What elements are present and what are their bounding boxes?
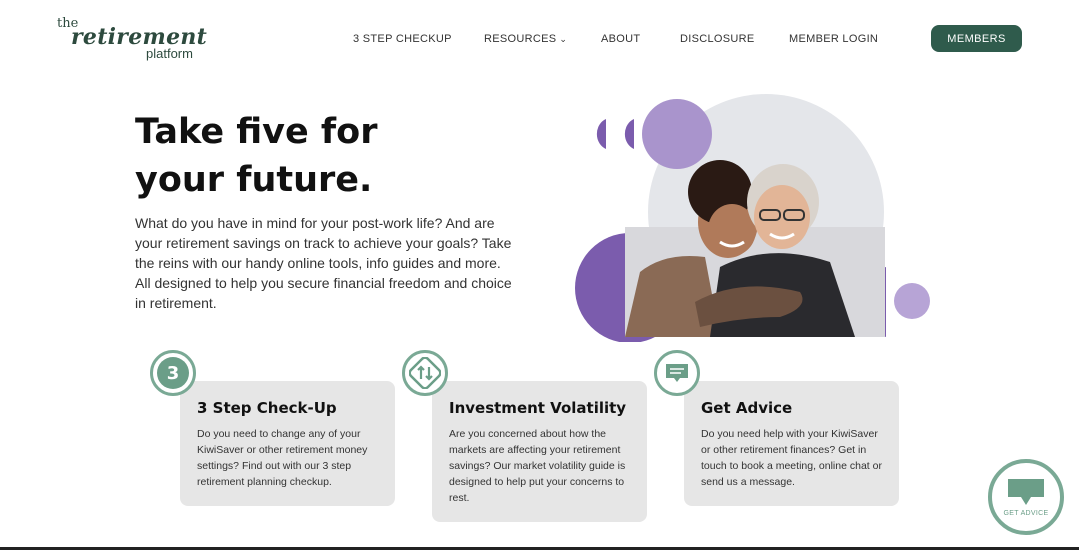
card-body: Do you need to change any of your KiwiSa… [197, 428, 368, 488]
nav-resources[interactable]: RESOURCES ⌄ [484, 33, 567, 45]
arrows-glyph [409, 357, 441, 389]
up-down-arrows-icon [402, 350, 448, 396]
hero-image [575, 94, 930, 342]
get-advice-floating-button[interactable]: GET ADVICE [988, 459, 1064, 535]
nav-disclosure[interactable]: DISCLOSURE [680, 33, 755, 45]
nav-member-login[interactable]: MEMBER LOGIN [789, 33, 878, 45]
hero-title: Take five for your future. [135, 108, 435, 204]
chevron-down-icon: ⌄ [559, 34, 568, 44]
chat-bubble-icon [654, 350, 700, 396]
chat-glyph [666, 364, 688, 382]
nav-about[interactable]: ABOUT [601, 33, 640, 45]
get-advice-label: GET ADVICE [1003, 510, 1049, 517]
card-title: Investment Volatility [449, 399, 627, 417]
badge-number: 3 [157, 357, 189, 389]
hero-title-line-2: your future. [135, 160, 373, 200]
card-title: Get Advice [701, 399, 793, 417]
card-body: Do you need help with your KiwiSaver or … [701, 428, 882, 488]
hero-description: What do you have in mind for your post-w… [135, 215, 512, 311]
nav-resources-label: RESOURCES [484, 33, 557, 45]
card-title: 3 Step Check-Up [197, 399, 337, 417]
card-investment-volatility[interactable]: Investment Volatility Are you concerned … [432, 381, 647, 522]
nav-3-step-checkup[interactable]: 3 STEP CHECKUP [353, 33, 452, 45]
number-three-icon: 3 [150, 350, 196, 396]
card-3-step-checkup[interactable]: 3 Step Check-Up Do you need to change an… [180, 381, 395, 506]
hero-title-line-1: Take five for [135, 112, 378, 152]
card-get-advice[interactable]: Get Advice Do you need help with your Ki… [684, 381, 899, 506]
logo-text-platform: platform [146, 46, 193, 61]
chat-bubble-icon [1008, 479, 1044, 505]
card-body: Are you concerned about how the markets … [449, 428, 626, 504]
site-logo[interactable]: the retirement platform [57, 16, 207, 62]
members-button[interactable]: MEMBERS [931, 25, 1022, 52]
